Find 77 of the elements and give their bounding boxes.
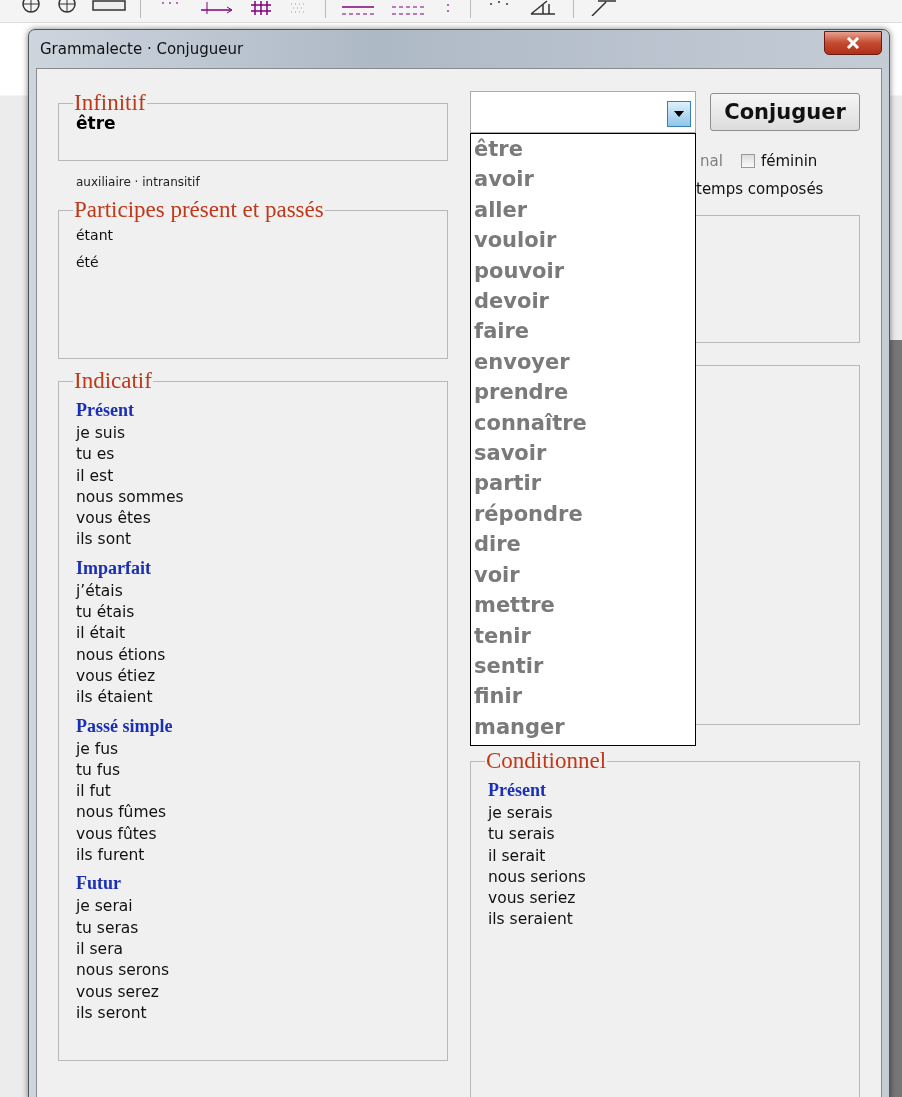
dropdown-option[interactable]: mettre (474, 590, 695, 621)
arrow-line-icon[interactable] (199, 0, 235, 16)
close-icon (846, 37, 860, 49)
verb-form: je fus (76, 738, 120, 760)
verb-form: tu seras (76, 917, 140, 939)
tense-heading: Imparfait (76, 556, 152, 580)
verb-form: ils seraient (488, 909, 574, 931)
conjugate-button[interactable]: Conjuguer (710, 93, 860, 131)
dropdown-option[interactable]: sentir (474, 650, 695, 682)
verb-form: nous fûmes (76, 802, 168, 824)
verb-form: il serait (488, 845, 547, 867)
dropdown-option[interactable]: aller (474, 194, 695, 226)
verb-form: nous serions (488, 866, 587, 888)
dropdown-option[interactable]: partir (474, 468, 695, 499)
verb-form: il est (76, 465, 115, 487)
verb-form: tu fus (76, 759, 122, 781)
dropdown-option[interactable]: répondre (474, 498, 695, 530)
verb-form: ils sont (76, 529, 133, 551)
verb-form: vous fûtes (76, 823, 158, 845)
checkbox-label: temps composés (696, 180, 824, 198)
verb-form: tu étais (76, 602, 136, 624)
dropdown-option[interactable]: tenir (474, 620, 695, 651)
dropdown-option[interactable]: dire (474, 529, 695, 560)
group-title: Conditionnel (485, 749, 608, 773)
dropdown-option[interactable]: vouloir (474, 225, 695, 256)
checkbox[interactable] (740, 154, 755, 168)
dropdown-option[interactable]: pouvoir (474, 255, 695, 287)
verb-form: il fut (76, 781, 112, 803)
tense-heading: Futur (76, 872, 122, 896)
dropdown-option[interactable]: finir (474, 681, 695, 712)
dropdown-option[interactable]: avoir (474, 164, 695, 195)
dropdown-option[interactable]: prendre (474, 377, 695, 408)
tense-heading: Présent (76, 399, 135, 422)
verb-form: je suis (76, 423, 127, 444)
verb-form: il était (76, 623, 127, 645)
dropdown-option[interactable]: faire (474, 316, 695, 347)
verb-info: auxiliaire · intransitif (75, 174, 201, 191)
tense-heading: Présent (488, 779, 547, 802)
group-title: Participes présent et passés (73, 198, 325, 222)
verb-form: ils furent (76, 845, 146, 867)
globe-icon[interactable] (20, 0, 42, 16)
verb-form: ils seront (76, 1002, 148, 1024)
tense-heading: Passé simple (76, 714, 174, 738)
group-title: Indicatif (73, 369, 153, 393)
dropdown-option[interactable]: voir (474, 559, 695, 591)
verb-form: nous serons (76, 960, 171, 982)
caret-icon (674, 111, 684, 117)
verb-form: vous étiez (76, 665, 157, 687)
infinitive-verb: être (76, 113, 117, 133)
verb-form: je serais (488, 803, 554, 824)
group-title: Infinitif (73, 91, 147, 115)
dropdown-option[interactable]: manger (474, 711, 695, 743)
verb-form: nous sommes (76, 486, 185, 508)
participle: été (76, 253, 100, 272)
dropdown-option[interactable]: savoir (474, 438, 695, 469)
verb-form: ils étaient (76, 687, 154, 709)
verb-form: il sera (76, 938, 125, 960)
globe-icon[interactable] (56, 0, 78, 16)
option-label: nal (700, 152, 723, 170)
verb-form: vous êtes (76, 508, 152, 530)
close-button[interactable] (824, 31, 882, 55)
verb-form: nous étions (76, 644, 167, 666)
verb-form: je serai (76, 896, 134, 918)
dropdown-option[interactable]: connaître (474, 407, 695, 439)
checkbox-label: féminin (760, 152, 818, 170)
verb-form: tu serais (488, 824, 556, 846)
verb-form: tu es (76, 444, 116, 466)
grid-icon[interactable] (249, 0, 273, 16)
dropdown-option[interactable]: être (474, 134, 695, 165)
verb-form: j’étais (76, 580, 124, 602)
verb-form: vous serez (76, 981, 160, 1003)
verb-form: vous seriez (488, 888, 577, 910)
dropdown-option[interactable]: devoir (474, 286, 695, 317)
window-title: Grammalecte · Conjugueur (39, 40, 244, 58)
dropdown-button[interactable] (667, 101, 691, 127)
dropdown-option[interactable]: envoyer (474, 346, 695, 378)
participle: étant (76, 226, 115, 245)
